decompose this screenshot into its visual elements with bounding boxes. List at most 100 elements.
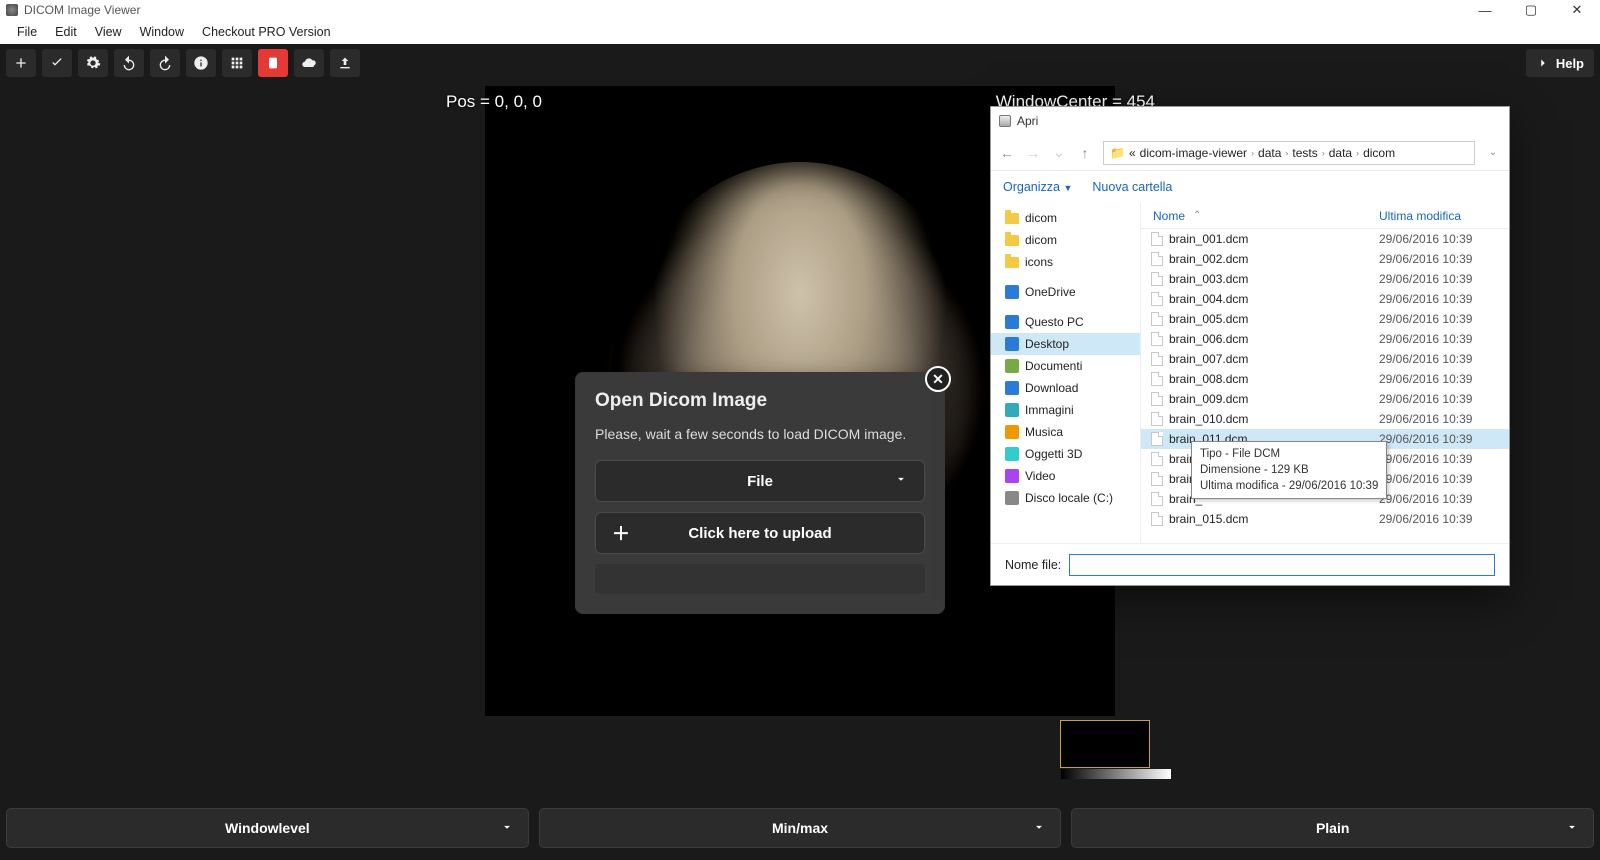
tooltip-line: Dimensione - 129 KB [1200,462,1378,478]
check-button[interactable] [42,49,72,77]
app-icon [6,4,18,16]
dialog-title: Apri [1017,114,1038,128]
cloud-icon [1005,285,1019,299]
tree-item[interactable]: Desktop [991,333,1140,355]
tree-item[interactable]: OneDrive [991,281,1140,303]
tree-item-label: Disco locale (C:) [1025,491,1113,505]
file-row[interactable]: brain_008.dcm 29/06/2016 10:39 [1141,369,1509,389]
window-maximize-button[interactable]: ▢ [1508,0,1554,20]
nav-up-button[interactable]: ↑ [1077,145,1093,161]
menu-file[interactable]: File [8,22,46,42]
file-row[interactable]: brain_010.dcm29/06/2016 10:39 [1141,409,1509,429]
grid-button[interactable] [222,49,252,77]
dialog-titlebar[interactable]: Apri [991,107,1509,135]
file-row[interactable]: brain_007.dcm29/06/2016 10:39 [1141,349,1509,369]
upload-button[interactable]: ＋ Click here to upload [595,512,925,554]
file-date: 29/06/2016 10:39 [1379,252,1509,266]
tree-item[interactable]: dicom [991,229,1140,251]
windowlevel-button[interactable]: Windowlevel [6,808,529,848]
tree-item[interactable]: Musica [991,421,1140,443]
modal-close-button[interactable]: ✕ [925,366,951,392]
file-icon [1151,412,1163,426]
file-dropdown-button[interactable]: File [595,460,925,502]
window-close-button[interactable]: ✕ [1554,0,1600,20]
tree-item[interactable]: dicom [991,207,1140,229]
cloud-button[interactable] [294,49,324,77]
tree-item[interactable]: Oggetti 3D [991,443,1140,465]
help-label: Help [1556,56,1584,71]
modal-title: Open Dicom Image [595,390,925,412]
add-button[interactable] [6,49,36,77]
export-button[interactable] [330,49,360,77]
tree-item[interactable]: Immagini [991,399,1140,421]
dialog-tree[interactable]: dicom dicom icons OneDrive Questo PC Desktop D… [991,203,1141,543]
menubar: File Edit View Window Checkout PRO Versi… [0,20,1600,44]
menu-edit[interactable]: Edit [46,22,86,42]
file-date: 29/06/2016 10:39 [1379,452,1509,466]
settings-button[interactable] [78,49,108,77]
organize-button[interactable]: Organizza ▼ [1003,180,1072,194]
new-folder-button[interactable]: Nuova cartella [1092,180,1172,194]
tree-item[interactable]: icons [991,251,1140,273]
chevron-down-icon [1565,820,1579,837]
filename-input[interactable] [1069,554,1495,576]
file-row[interactable]: brain_015.dcm29/06/2016 10:39 [1141,509,1509,529]
file-name: brain_004.dcm [1169,292,1248,306]
window-minimize-button[interactable]: — [1462,0,1508,20]
crumb[interactable]: tests [1292,146,1317,160]
crumb[interactable]: dicom [1363,146,1395,160]
minmax-button[interactable]: Min/max [539,808,1062,848]
plain-button[interactable]: Plain [1071,808,1594,848]
histogram-minimap [1060,720,1150,768]
file-date: 29/06/2016 10:39 [1379,372,1509,386]
file-icon [1151,392,1163,406]
tree-item[interactable]: Download [991,377,1140,399]
menu-window[interactable]: Window [131,22,193,42]
undo-button[interactable] [114,49,144,77]
file-icon [1151,452,1163,466]
breadcrumb-dropdown[interactable]: ⌄ [1485,147,1501,158]
file-icon [1151,272,1163,286]
menu-checkout-pro[interactable]: Checkout PRO Version [193,22,340,42]
nav-back-button[interactable]: ← [999,145,1015,161]
file-row[interactable]: brain_003.dcm29/06/2016 10:39 [1141,269,1509,289]
nav-recent-chevron[interactable]: ⌄ [1051,144,1067,161]
tree-item[interactable]: Documenti [991,355,1140,377]
crumb[interactable]: data [1258,146,1281,160]
file-name: brain_005.dcm [1169,312,1248,326]
info-button[interactable] [186,49,216,77]
tree-item[interactable]: Questo PC [991,311,1140,333]
record-button[interactable] [258,49,288,77]
file-row[interactable]: brain_002.dcm 29/06/2016 10:39 [1141,249,1509,269]
file-row[interactable]: brain_005.dcm29/06/2016 10:39 [1141,309,1509,329]
crumb[interactable]: « [1129,146,1136,160]
file-row[interactable]: brain_009.dcm29/06/2016 10:39 [1141,389,1509,409]
crumb[interactable]: data [1329,146,1352,160]
dialog-footer: Nome file: [991,543,1509,585]
tooltip-line: Ultima modifica - 29/06/2016 10:39 [1200,478,1378,494]
col-date-header[interactable]: Ultima modifica [1379,209,1509,223]
tree-item[interactable]: Video [991,465,1140,487]
file-icon [1151,432,1163,446]
file-name: brain_009.dcm [1169,392,1248,406]
nav-forward-button[interactable]: → [1025,145,1041,161]
breadcrumb[interactable]: 📁 « dicom-image-viewer› data› tests› dat… [1103,141,1475,165]
crumb[interactable]: dicom-image-viewer [1140,146,1247,160]
list-header[interactable]: Nome⌃ Ultima modifica [1141,203,1509,229]
tree-item-label: dicom [1025,233,1057,247]
file-row[interactable]: brain_004.dcm29/06/2016 10:39 [1141,289,1509,309]
file-name: brain_008.dcm [1169,372,1248,386]
3d-icon [1005,447,1019,461]
file-name: brain_002.dcm [1169,252,1248,266]
file-row[interactable]: brain_006.dcm29/06/2016 10:39 [1141,329,1509,349]
file-row[interactable]: brain_001.dcm29/06/2016 10:39 [1141,229,1509,249]
tree-item-label: Desktop [1025,337,1069,351]
tree-item[interactable]: Disco locale (C:) [991,487,1140,509]
file-icon [1151,292,1163,306]
col-name-header[interactable]: Nome [1153,209,1185,223]
video-icon [1005,469,1019,483]
redo-button[interactable] [150,49,180,77]
help-button[interactable]: Help [1526,49,1594,77]
menu-view[interactable]: View [86,22,131,42]
folder-icon: 📁 [1110,146,1125,160]
